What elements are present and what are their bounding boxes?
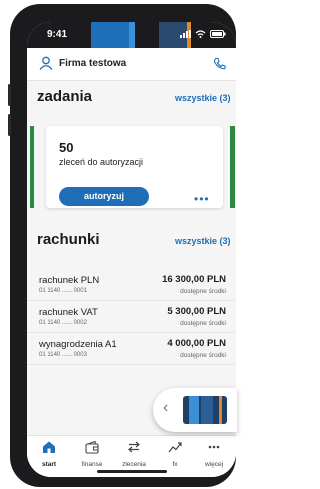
tab-label: więcej — [204, 461, 224, 468]
account-name: rachunek PLN — [39, 275, 100, 286]
home-indicator — [97, 470, 167, 473]
accounts-list: rachunek PLN 01 1140 ...... 0001 16 300,… — [27, 269, 236, 365]
chevron-left-icon[interactable]: ‹ — [163, 399, 168, 417]
account-row[interactable]: rachunek PLN 01 1140 ...... 0001 16 300,… — [27, 269, 236, 301]
account-amount: 4 000,00 PLN — [167, 338, 226, 349]
status-stripe — [129, 22, 135, 48]
status-icons — [180, 30, 226, 38]
tab-label: start — [41, 461, 57, 468]
tasks-all-link[interactable]: wszystkie (3) — [175, 93, 231, 103]
tab-fx[interactable]: fx — [155, 440, 195, 468]
account-number: 01 1140 ...... 0002 — [39, 320, 87, 326]
volume-up-button — [8, 84, 11, 106]
wallet-icon — [85, 440, 99, 454]
transfer-arrows-icon — [128, 441, 140, 453]
account-number: 01 1140 ...... 0001 — [39, 288, 87, 294]
account-name: rachunek VAT — [39, 307, 98, 318]
account-row[interactable]: rachunek VAT 01 1140 ...... 0002 5 300,0… — [27, 301, 236, 333]
tab-label: fx — [172, 461, 178, 468]
account-amount: 5 300,00 PLN — [167, 306, 226, 317]
tab-start[interactable]: start — [29, 440, 69, 468]
accounts-all-link[interactable]: wszystkie (3) — [175, 236, 231, 246]
fx-chart-icon — [168, 442, 182, 453]
account-row[interactable]: wynagrodzenia A1 01 1140 ...... 0003 4 0… — [27, 333, 236, 365]
account-available-label: dostępne środki — [180, 288, 226, 295]
account-name: wynagrodzenia A1 — [39, 339, 117, 350]
wifi-icon — [195, 30, 206, 38]
app-header: Firma testowa — [27, 48, 236, 81]
task-count: 50 — [59, 140, 74, 155]
signal-icon — [180, 30, 191, 38]
battery-icon — [210, 30, 226, 38]
tab-label: zlecenia — [122, 461, 146, 468]
user-icon[interactable] — [39, 56, 53, 70]
account-amount: 16 300,00 PLN — [162, 274, 226, 285]
volume-down-button — [8, 114, 11, 136]
tab-zlecenia[interactable]: zlecenia — [114, 440, 154, 468]
phone-call-icon[interactable] — [213, 57, 226, 70]
payment-card-icon[interactable] — [183, 396, 227, 424]
status-time: 9:41 — [47, 29, 68, 40]
task-card-peek-right[interactable] — [230, 126, 235, 208]
tab-label: finanse — [81, 461, 103, 468]
status-stripe — [91, 22, 129, 48]
authorize-button[interactable]: autoryzuj — [59, 187, 149, 206]
task-card-peek-left — [30, 126, 34, 208]
tab-wiecej[interactable]: więcej — [194, 440, 234, 468]
account-number: 01 1140 ...... 0003 — [39, 352, 87, 358]
task-more-icon[interactable]: ••• — [194, 192, 210, 206]
task-description: zleceń do autoryzacji — [59, 157, 144, 167]
company-name[interactable]: Firma testowa — [59, 58, 126, 69]
card-widget[interactable]: ‹ — [153, 388, 237, 432]
status-bar: 9:41 — [27, 22, 236, 48]
home-icon — [43, 441, 55, 453]
tab-finanse[interactable]: finanse — [72, 440, 112, 468]
account-available-label: dostępne środki — [180, 320, 226, 327]
task-card[interactable]: 50 zleceń do autoryzacji autoryzuj ••• — [46, 126, 223, 208]
more-dots-icon — [208, 445, 220, 449]
accounts-title: rachunki — [37, 231, 100, 248]
account-available-label: dostępne środki — [180, 352, 226, 359]
tasks-title: zadania — [37, 88, 93, 105]
